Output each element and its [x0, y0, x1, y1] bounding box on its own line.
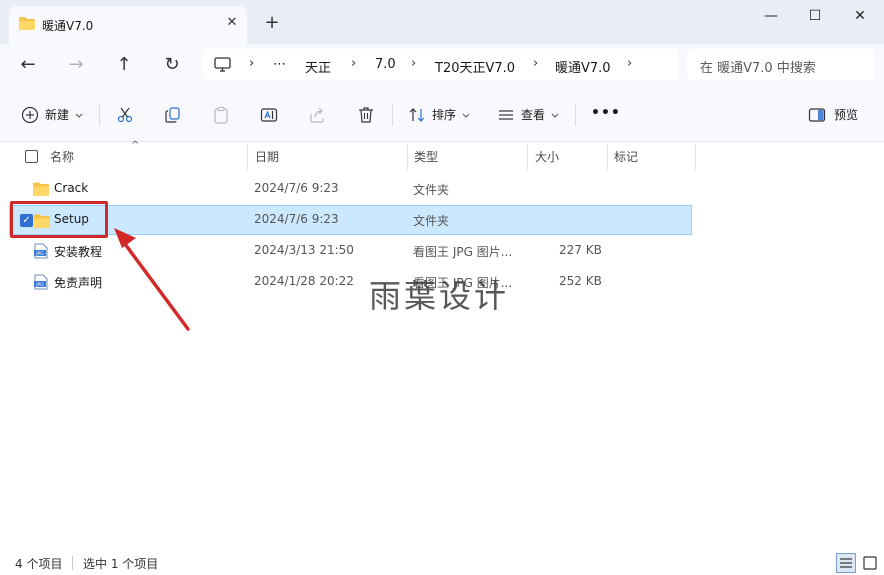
selection-count: 选中 1 个项目 [83, 557, 159, 571]
column-name[interactable]: 名称 [50, 148, 74, 165]
breadcrumb-separator[interactable]: › [533, 56, 538, 71]
column-type[interactable]: 类型 [414, 148, 438, 165]
file-type: 文件夹 [413, 214, 450, 228]
file-size: 252 KB [559, 274, 602, 288]
column-divider[interactable] [607, 144, 608, 170]
paste-icon[interactable] [212, 106, 230, 124]
watermark: 雨葉设计 [369, 277, 510, 315]
plus-icon[interactable] [21, 106, 39, 124]
view-button[interactable]: 查看 [521, 106, 545, 124]
breadcrumb-item-current[interactable]: 暖通V7.0 [555, 57, 611, 76]
new-tab-button[interactable]: + [262, 13, 282, 33]
breadcrumb-separator[interactable]: › [627, 56, 632, 71]
file-date: 2024/7/6 9:23 [254, 181, 339, 195]
breadcrumb-item[interactable]: 7.0 [375, 57, 396, 72]
file-name: Crack [54, 181, 89, 195]
breadcrumb-separator[interactable]: › [411, 56, 416, 71]
column-tags[interactable]: 标记 [614, 148, 638, 165]
select-all-checkbox[interactable] [25, 150, 38, 163]
copy-icon[interactable] [164, 106, 182, 124]
item-count: 4 个项目 [15, 557, 63, 571]
folder-icon [19, 17, 35, 30]
new-button[interactable]: 新建 [45, 106, 69, 124]
rename-icon[interactable] [260, 106, 278, 124]
sort-button[interactable]: 排序 [432, 106, 456, 124]
column-divider[interactable] [695, 144, 696, 170]
tab-title: 暖通V7.0 [42, 19, 94, 33]
more-options-button[interactable]: ••• [591, 104, 621, 122]
chevron-down-icon[interactable] [462, 113, 470, 118]
file-type: 看图王 JPG 图片... [413, 245, 513, 259]
column-divider[interactable] [527, 144, 528, 170]
maximize-button[interactable]: ☐ [800, 6, 830, 26]
title-bar: 暖通V7.0 ✕ + — ☐ ✕ [0, 0, 884, 44]
search-box[interactable]: 在 暖通V7.0 中搜索 [687, 49, 874, 81]
toolbar-divider [575, 104, 576, 126]
file-date: 2024/1/28 20:22 [254, 274, 354, 288]
svg-text:JPG: JPG [35, 251, 44, 257]
column-divider[interactable] [407, 144, 408, 170]
file-size: 227 KB [559, 243, 602, 257]
navigation-bar: ← → ↑ ↻ › ⋯ 天正 › 7.0 › T20天正V7.0 › 暖通V7.… [0, 44, 884, 86]
tab-active[interactable]: 暖通V7.0 ✕ [9, 6, 247, 44]
file-row-selected[interactable]: ✓ Setup 2024/7/6 9:23 文件夹 [9, 205, 692, 235]
sort-icon[interactable] [408, 106, 426, 124]
breadcrumb-item[interactable]: 天正 [305, 57, 331, 76]
close-window-button[interactable]: ✕ [845, 6, 875, 26]
delete-icon[interactable] [357, 106, 375, 124]
breadcrumb-item[interactable]: T20天正V7.0 [435, 57, 515, 76]
toolbar-divider [392, 104, 393, 126]
svg-text:JPG: JPG [35, 282, 44, 288]
tab-close-icon[interactable]: ✕ [223, 14, 241, 32]
jpg-file-icon: JPG [34, 274, 48, 290]
column-size[interactable]: 大小 [535, 148, 559, 165]
chevron-down-icon[interactable] [75, 113, 83, 118]
breadcrumb-separator[interactable]: › [249, 56, 254, 71]
sort-ascending-icon: ^ [131, 140, 140, 151]
cut-icon[interactable] [116, 106, 134, 124]
file-row[interactable]: JPG 免责声明 2024/1/28 20:22 看图王 JPG 图片... 2… [9, 267, 692, 297]
column-divider[interactable] [247, 144, 248, 170]
search-placeholder: 在 暖通V7.0 中搜索 [700, 61, 816, 76]
share-icon[interactable] [308, 106, 326, 124]
toolbar-divider [99, 104, 100, 126]
file-row[interactable]: JPG 安装教程 2024/3/13 21:50 看图王 JPG 图片... 2… [9, 236, 692, 266]
folder-icon [33, 182, 49, 196]
status-bar: 4 个项目 选中 1 个项目 [0, 551, 884, 575]
command-bar: 新建 排序 查看 ••• 预览 [0, 86, 884, 142]
jpg-file-icon: JPG [34, 243, 48, 259]
computer-icon[interactable] [214, 57, 231, 72]
file-row[interactable]: Crack 2024/7/6 9:23 文件夹 [9, 174, 692, 204]
forward-button[interactable]: → [64, 53, 88, 77]
chevron-down-icon[interactable] [551, 113, 559, 118]
file-name: 安装教程 [54, 245, 103, 259]
file-name: Setup [54, 212, 89, 226]
status-divider [72, 556, 73, 570]
breadcrumb-separator[interactable]: › [351, 56, 356, 71]
folder-icon [34, 214, 50, 228]
details-view-icon[interactable] [836, 553, 856, 573]
back-button[interactable]: ← [16, 53, 40, 77]
tiles-view-icon[interactable] [860, 553, 880, 573]
preview-button[interactable]: 预览 [834, 106, 858, 124]
up-button[interactable]: ↑ [112, 53, 136, 77]
minimize-button[interactable]: — [756, 6, 786, 26]
column-date[interactable]: 日期 [255, 148, 279, 165]
file-date: 2024/7/6 9:23 [254, 212, 339, 226]
file-type: 文件夹 [413, 183, 450, 197]
breadcrumb-more[interactable]: ⋯ [273, 57, 286, 72]
address-bar[interactable]: › ⋯ 天正 › 7.0 › T20天正V7.0 › 暖通V7.0 › [203, 49, 678, 81]
file-date: 2024/3/13 21:50 [254, 243, 354, 257]
preview-pane-icon[interactable] [808, 106, 826, 124]
refresh-button[interactable]: ↻ [160, 53, 184, 77]
column-header: ^ 名称 日期 类型 大小 标记 [0, 140, 884, 170]
file-name: 免责声明 [54, 276, 103, 290]
view-list-icon[interactable] [497, 106, 515, 124]
checkmark-icon[interactable]: ✓ [20, 214, 33, 227]
